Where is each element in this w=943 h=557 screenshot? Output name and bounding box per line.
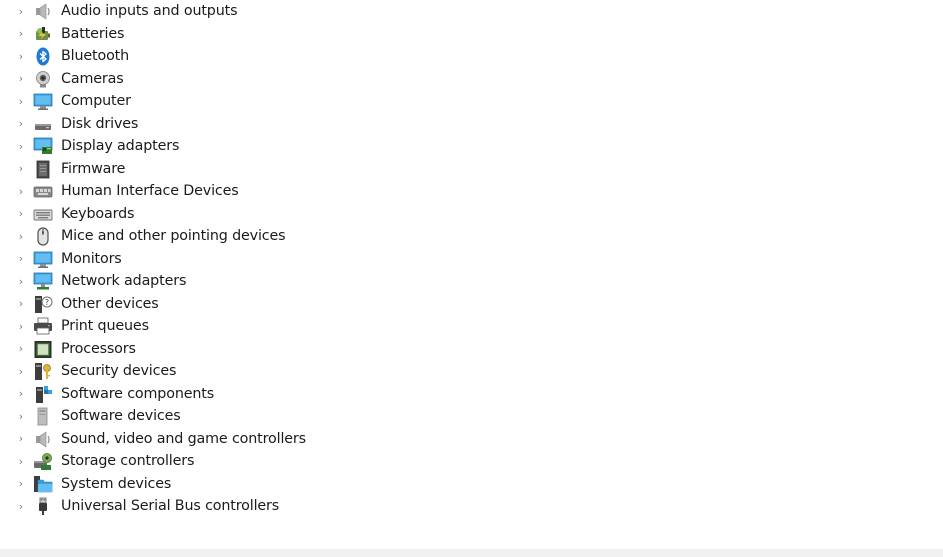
tree-item-disk-drives[interactable]: › Disk drives	[0, 113, 943, 136]
system-folder-icon	[33, 475, 53, 494]
tree-item-label: Software components	[61, 385, 215, 402]
tree-item-monitors[interactable]: › Monitors	[0, 248, 943, 271]
webcam-icon	[33, 70, 53, 89]
tree-item-keyboards[interactable]: › Keyboards	[0, 203, 943, 226]
expand-chevron-icon[interactable]: ›	[16, 113, 26, 136]
tree-item-label: Batteries	[61, 25, 125, 42]
tree-item-label: Human Interface Devices	[61, 183, 239, 199]
expand-chevron-icon[interactable]: ›	[16, 180, 26, 203]
software-device-icon	[33, 407, 53, 426]
tree-item-firmware[interactable]: › Firmware	[0, 158, 943, 181]
expand-chevron-icon[interactable]: ›	[16, 473, 26, 496]
tree-item-label: Cameras	[61, 70, 124, 87]
tree-item-universal-serial-bus-controllers[interactable]: › Universal Serial Bus controllers	[0, 495, 943, 518]
tree-item-software-components[interactable]: › Software components	[0, 383, 943, 406]
tree-item-label: Software devices	[61, 408, 181, 424]
tree-item-security-devices[interactable]: › Security devices	[0, 360, 943, 383]
unknown-device-icon: ?	[33, 295, 53, 314]
tree-item-label: Processors	[61, 340, 136, 357]
expand-chevron-icon[interactable]: ›	[16, 248, 26, 271]
expand-chevron-icon[interactable]: ›	[16, 495, 26, 518]
battery-icon	[33, 25, 53, 44]
expand-chevron-icon[interactable]: ›	[16, 338, 26, 361]
expand-chevron-icon[interactable]: ›	[16, 45, 26, 68]
tree-item-storage-controllers[interactable]: › Storage controllers	[0, 450, 943, 473]
usb-plug-icon	[33, 497, 53, 516]
tree-item-batteries[interactable]: › Batteries	[0, 23, 943, 46]
expand-chevron-icon[interactable]: ›	[16, 158, 26, 181]
tree-item-human-interface-devices[interactable]: › Human Interface Devices	[0, 180, 943, 203]
keyboard-icon	[33, 205, 53, 224]
tree-item-label: Other devices	[61, 295, 159, 312]
printer-icon	[33, 317, 53, 336]
disk-drive-icon	[33, 115, 53, 134]
expand-chevron-icon[interactable]: ›	[16, 405, 26, 428]
tree-item-computer[interactable]: › Computer	[0, 90, 943, 113]
expand-chevron-icon[interactable]: ›	[16, 293, 26, 316]
security-key-icon	[33, 362, 53, 381]
mouse-icon	[33, 227, 53, 246]
tree-item-label: Firmware	[61, 160, 126, 177]
expand-chevron-icon[interactable]: ›	[16, 383, 26, 406]
expand-chevron-icon[interactable]: ›	[16, 315, 26, 338]
expand-chevron-icon[interactable]: ›	[16, 360, 26, 383]
tree-item-label: Audio inputs and outputs	[61, 3, 238, 19]
expand-chevron-icon[interactable]: ›	[16, 23, 26, 46]
expand-chevron-icon[interactable]: ›	[16, 428, 26, 451]
tree-item-label: Keyboards	[61, 205, 135, 222]
tree-item-label: Print queues	[61, 318, 149, 334]
tree-item-label: Computer	[61, 93, 131, 109]
tree-item-label: Mice and other pointing devices	[61, 228, 286, 244]
expand-chevron-icon[interactable]: ›	[16, 225, 26, 248]
speaker-icon	[33, 2, 53, 21]
firmware-chip-icon	[33, 160, 53, 179]
expand-chevron-icon[interactable]: ›	[16, 90, 26, 113]
svg-text:?: ?	[45, 298, 49, 307]
expand-chevron-icon[interactable]: ›	[16, 270, 26, 293]
tree-item-sound-video-and-game-controllers[interactable]: › Sound, video and game controllers	[0, 428, 943, 451]
tree-item-label: Security devices	[61, 363, 177, 379]
tree-item-system-devices[interactable]: › System devices	[0, 473, 943, 496]
expand-chevron-icon[interactable]: ›	[16, 203, 26, 226]
expand-chevron-icon[interactable]: ›	[16, 135, 26, 158]
monitor-icon	[33, 250, 53, 269]
device-category-list: › Audio inputs and outputs › Batteries › Blue…	[0, 0, 943, 518]
processor-icon	[33, 340, 53, 359]
tree-item-processors[interactable]: › Processors	[0, 338, 943, 361]
tree-item-mice-and-other-pointing-devices[interactable]: › Mice and other pointing devices	[0, 225, 943, 248]
monitor-icon	[33, 92, 53, 111]
display-adapter-icon	[33, 137, 53, 156]
tree-item-network-adapters[interactable]: › Network adapters	[0, 270, 943, 293]
expand-chevron-icon[interactable]: ›	[16, 68, 26, 91]
storage-controller-icon	[33, 452, 53, 471]
tree-item-label: Sound, video and game controllers	[61, 430, 306, 447]
expand-chevron-icon[interactable]: ›	[16, 0, 26, 23]
speaker-icon	[33, 430, 53, 449]
tree-item-label: Bluetooth	[61, 48, 130, 64]
hid-icon	[33, 182, 53, 201]
tree-item-label: Storage controllers	[61, 453, 195, 469]
tree-item-print-queues[interactable]: › Print queues	[0, 315, 943, 338]
bluetooth-icon	[33, 47, 53, 66]
software-component-icon	[33, 385, 53, 404]
tree-item-label: Network adapters	[61, 273, 187, 289]
tree-item-label: Universal Serial Bus controllers	[61, 498, 280, 514]
tree-item-label: Display adapters	[61, 138, 180, 154]
tree-item-label: System devices	[61, 475, 172, 492]
tree-item-software-devices[interactable]: › Software devices	[0, 405, 943, 428]
tree-item-audio-inputs-and-outputs[interactable]: › Audio inputs and outputs	[0, 0, 943, 23]
tree-item-label: Monitors	[61, 250, 122, 267]
tree-item-cameras[interactable]: › Cameras	[0, 68, 943, 91]
network-adapter-icon	[33, 272, 53, 291]
expand-chevron-icon[interactable]: ›	[16, 450, 26, 473]
tree-item-bluetooth[interactable]: › Bluetooth	[0, 45, 943, 68]
status-bar	[0, 549, 943, 557]
tree-item-label: Disk drives	[61, 115, 139, 132]
tree-item-other-devices[interactable]: ›? Other devices	[0, 293, 943, 316]
tree-item-display-adapters[interactable]: › Display adapters	[0, 135, 943, 158]
device-tree[interactable]: › Audio inputs and outputs › Batteries › Blue…	[0, 0, 943, 549]
